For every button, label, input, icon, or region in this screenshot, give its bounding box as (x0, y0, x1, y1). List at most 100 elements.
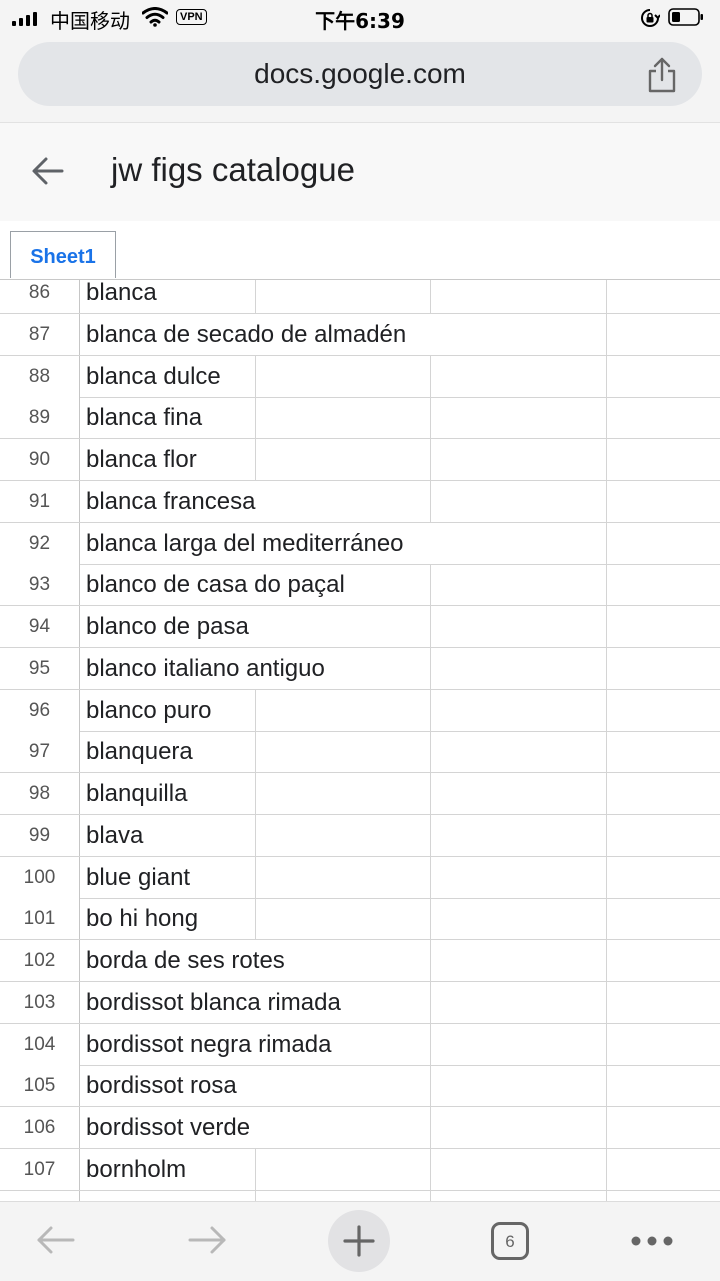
column-gridline (606, 1107, 607, 1148)
back-arrow-icon[interactable] (30, 155, 66, 187)
cell-name[interactable]: bordissot rosa (86, 1065, 237, 1107)
page-title: jw figs catalogue (111, 151, 355, 188)
row-number[interactable]: 107 (0, 1148, 80, 1190)
cell-name[interactable]: blanca larga del mediterráneo (86, 523, 404, 565)
table-row[interactable]: 92 blanca larga del mediterráneo (0, 522, 720, 565)
column-gridline (430, 480, 431, 522)
column-gridline (430, 1065, 431, 1107)
cell-name[interactable]: blanquilla (86, 773, 187, 815)
table-row[interactable]: 101 bo hi hong (0, 898, 720, 941)
row-number[interactable]: 98 (0, 773, 80, 814)
column-gridline (430, 814, 431, 856)
column-gridline (430, 1107, 431, 1148)
cell-name[interactable]: blanca de secado de almadén (86, 314, 406, 356)
row-number[interactable]: 93 (0, 564, 80, 606)
row-number[interactable]: 94 (0, 606, 80, 647)
table-row[interactable]: 103 bordissot blanca rimada (0, 981, 720, 1024)
row-number[interactable]: 101 (0, 898, 80, 940)
new-tab-icon[interactable] (328, 1210, 390, 1272)
column-gridline (430, 773, 431, 814)
table-row[interactable]: 104 bordissot negra rimada (0, 1023, 720, 1066)
cell-name[interactable]: blanca dulce (86, 356, 221, 398)
row-number[interactable]: 100 (0, 856, 80, 898)
row-number[interactable]: 92 (0, 522, 80, 564)
column-gridline (430, 439, 431, 480)
table-row[interactable]: 89 blanca fina (0, 397, 720, 440)
column-gridline (606, 898, 607, 940)
table-row[interactable]: 106 bordissot verde (0, 1107, 720, 1149)
column-gridline (255, 814, 256, 856)
table-row[interactable]: 98 blanquilla (0, 773, 720, 815)
table-row[interactable]: 93 blanco de casa do paçal (0, 564, 720, 607)
cell-name[interactable]: blanca francesa (86, 481, 255, 523)
nav-forward-icon[interactable] (186, 1218, 230, 1262)
url-text[interactable]: docs.google.com (18, 58, 702, 90)
column-gridline (606, 856, 607, 898)
table-row[interactable]: 100 blue giant (0, 856, 720, 899)
table-row[interactable]: 90 blanca flor (0, 439, 720, 481)
table-row[interactable]: 96 blanco puro (0, 689, 720, 732)
cell-name[interactable]: blava (86, 815, 143, 857)
row-number[interactable]: 95 (0, 647, 80, 689)
table-row[interactable]: 88 blanca dulce (0, 355, 720, 398)
row-number[interactable]: 105 (0, 1065, 80, 1107)
cell-name[interactable]: bordissot negra rimada (86, 1024, 331, 1066)
row-number[interactable]: 104 (0, 1023, 80, 1065)
row-number[interactable]: 91 (0, 480, 80, 522)
cell-name[interactable]: blanco italiano antiguo (86, 648, 325, 690)
browser-toolbar: 6 (0, 1201, 720, 1281)
table-row[interactable]: 86 blanca (0, 280, 720, 314)
row-number[interactable]: 87 (0, 313, 80, 355)
address-bar-area: docs.google.com (0, 36, 720, 122)
tab-sheet1[interactable]: Sheet1 (10, 231, 116, 278)
cell-name[interactable]: blanco de casa do paçal (86, 564, 345, 606)
cell-name[interactable]: blanquera (86, 731, 193, 773)
cell-name[interactable]: blanca fina (86, 397, 202, 439)
row-number[interactable]: 103 (0, 981, 80, 1023)
cell-name[interactable]: borda de ses rotes (86, 940, 285, 982)
cell-name[interactable]: blanca flor (86, 439, 197, 481)
row-number[interactable]: 96 (0, 689, 80, 731)
column-gridline (430, 647, 431, 689)
column-gridline (606, 773, 607, 814)
row-number[interactable]: 97 (0, 731, 80, 773)
spreadsheet-grid[interactable]: 86 blanca 87 blanca de secado de almadén 88 b… (0, 279, 720, 1202)
row-number[interactable]: 99 (0, 814, 80, 856)
cell-name[interactable]: bordissot verde (86, 1107, 250, 1149)
column-gridline (430, 1023, 431, 1065)
column-gridline (430, 397, 431, 439)
table-row[interactable]: 107 bornholm (0, 1148, 720, 1191)
cell-name[interactable]: bordissot blanca rimada (86, 982, 341, 1024)
cell-name[interactable]: blanca (86, 280, 157, 314)
row-number[interactable]: 102 (0, 940, 80, 981)
table-row[interactable]: 87 blanca de secado de almadén (0, 313, 720, 356)
cell-name[interactable]: blanco de pasa (86, 606, 249, 648)
table-row[interactable]: 91 blanca francesa (0, 480, 720, 523)
tab-count-icon[interactable]: 6 (491, 1222, 529, 1260)
table-row[interactable]: 95 blanco italiano antiguo (0, 647, 720, 690)
row-number[interactable]: 90 (0, 439, 80, 480)
table-row[interactable]: 102 borda de ses rotes (0, 940, 720, 982)
column-gridline (606, 522, 607, 564)
share-icon[interactable] (644, 56, 680, 94)
nav-back-icon[interactable] (33, 1218, 77, 1262)
column-gridline (430, 940, 431, 981)
row-number[interactable]: 88 (0, 355, 80, 397)
more-icon[interactable] (630, 1235, 674, 1247)
column-gridline (430, 689, 431, 731)
column-gridline (430, 1148, 431, 1190)
cell-name[interactable]: bo hi hong (86, 898, 198, 940)
table-row[interactable]: 99 blava (0, 814, 720, 857)
row-number[interactable]: 89 (0, 397, 80, 439)
cell-name[interactable]: bornholm (86, 1149, 186, 1191)
table-row[interactable]: 94 blanco de pasa (0, 606, 720, 648)
row-number[interactable]: 106 (0, 1107, 80, 1148)
column-gridline (606, 280, 607, 313)
address-bar[interactable]: docs.google.com (18, 42, 702, 106)
column-gridline (255, 1148, 256, 1190)
row-number[interactable]: 86 (0, 280, 80, 313)
cell-name[interactable]: blanco puro (86, 690, 211, 732)
table-row[interactable]: 97 blanquera (0, 731, 720, 774)
table-row[interactable]: 105 bordissot rosa (0, 1065, 720, 1108)
cell-name[interactable]: blue giant (86, 857, 190, 899)
